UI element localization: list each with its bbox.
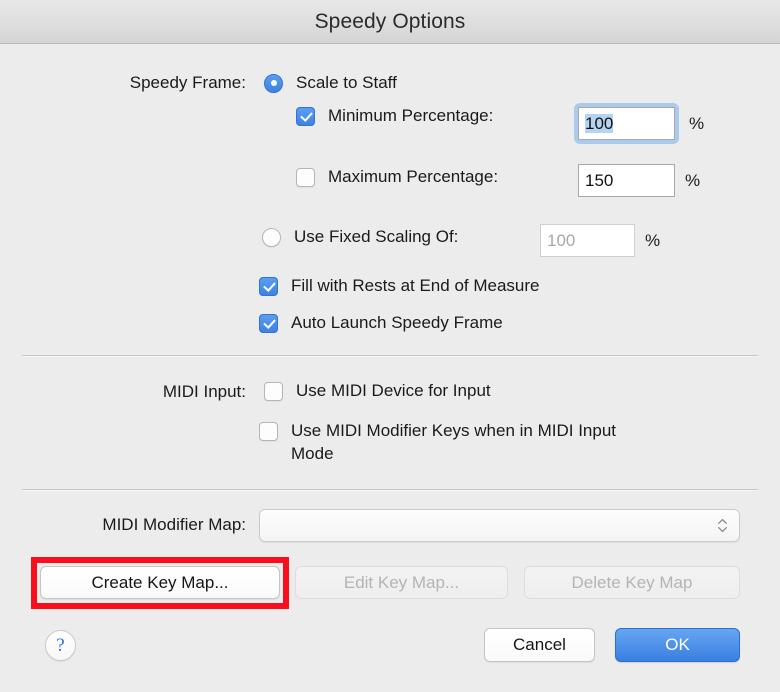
edit-key-map-label: Edit Key Map... — [343, 572, 460, 592]
maximum-percentage-field-row: 150 % — [578, 164, 700, 197]
maximum-percentage-input[interactable]: 150 — [578, 164, 675, 197]
auto-launch-row: Auto Launch Speedy Frame — [259, 313, 503, 333]
midi-modifier-map-label: MIDI Modifier Map: — [102, 515, 246, 534]
checkbox-use-midi-device[interactable] — [264, 382, 283, 401]
speedy-frame-label: Speedy Frame: — [129, 73, 246, 92]
delete-key-map-button[interactable]: Delete Key Map — [524, 566, 740, 599]
radio-scale-to-staff[interactable] — [264, 73, 283, 93]
checkbox-use-midi-modifier-keys[interactable] — [259, 422, 278, 441]
minimum-percentage-unit: % — [689, 113, 705, 133]
maximum-percentage-row: Maximum Percentage: — [296, 167, 498, 187]
use-midi-device-label[interactable]: Use MIDI Device for Input — [296, 381, 491, 401]
window-title: Speedy Options — [314, 9, 466, 33]
maximum-percentage-unit: % — [685, 170, 701, 190]
midi-input-label: MIDI Input: — [162, 382, 246, 401]
create-key-map-label: Create Key Map... — [91, 572, 229, 592]
speedy-options-dialog: Speedy Options Speedy Frame: Scale to St… — [0, 0, 780, 692]
separator-top — [22, 355, 758, 357]
ok-button[interactable]: OK — [615, 628, 740, 662]
delete-key-map-label: Delete Key Map — [571, 572, 693, 592]
use-fixed-scaling-field-row: 100 % — [540, 224, 660, 257]
scale-to-staff-label[interactable]: Scale to Staff — [296, 73, 397, 93]
use-fixed-scaling-value: 100 — [547, 231, 576, 250]
separator-bottom — [22, 489, 758, 491]
use-fixed-scaling-label[interactable]: Use Fixed Scaling Of: — [294, 227, 458, 247]
midi-input-row: MIDI Input: Use MIDI Device for Input — [84, 381, 704, 403]
help-button-label: ? — [56, 634, 65, 656]
maximum-percentage-label[interactable]: Maximum Percentage: — [328, 167, 498, 187]
minimum-percentage-label[interactable]: Minimum Percentage: — [328, 106, 493, 126]
fill-with-rests-label[interactable]: Fill with Rests at End of Measure — [291, 276, 539, 296]
minimum-percentage-field-row: 100 % — [574, 103, 704, 144]
cancel-button-label: Cancel — [513, 635, 566, 654]
minimum-percentage-row: Minimum Percentage: — [296, 106, 493, 126]
fill-with-rests-row: Fill with Rests at End of Measure — [259, 276, 539, 296]
midi-modifier-map-select[interactable] — [259, 509, 740, 542]
maximum-percentage-value: 150 — [585, 171, 614, 190]
titlebar: Speedy Options — [0, 0, 780, 44]
checkbox-fill-with-rests[interactable] — [259, 276, 278, 296]
edit-key-map-button[interactable]: Edit Key Map... — [295, 566, 508, 599]
cancel-button[interactable]: Cancel — [484, 628, 595, 662]
minimum-percentage-input[interactable]: 100 — [578, 107, 675, 140]
checkbox-maximum-percentage[interactable] — [296, 167, 315, 187]
chevron-up-down-icon — [716, 515, 729, 537]
minimum-percentage-value: 100 — [585, 114, 614, 133]
radio-use-fixed-scaling[interactable] — [262, 227, 281, 247]
minimum-percentage-focus-ring: 100 — [574, 103, 679, 144]
use-midi-modifier-keys-label[interactable]: Use MIDI Modifier Keys when in MIDI Inpu… — [291, 420, 641, 466]
midi-modifier-keys-row: Use MIDI Modifier Keys when in MIDI Inpu… — [259, 420, 679, 466]
use-fixed-scaling-input[interactable]: 100 — [540, 224, 635, 257]
help-icon[interactable]: ? — [45, 630, 76, 661]
speedy-frame-row: Speedy Frame: Scale to Staff — [82, 73, 702, 93]
use-fixed-scaling-row: Use Fixed Scaling Of: — [262, 227, 458, 247]
auto-launch-label[interactable]: Auto Launch Speedy Frame — [291, 313, 503, 333]
midi-modifier-map-label-row: MIDI Modifier Map: — [42, 515, 246, 535]
ok-button-label: OK — [665, 635, 690, 654]
use-fixed-scaling-unit: % — [645, 230, 661, 250]
checkbox-auto-launch[interactable] — [259, 313, 278, 333]
checkbox-minimum-percentage[interactable] — [296, 106, 315, 126]
create-key-map-button[interactable]: Create Key Map... — [40, 566, 280, 599]
